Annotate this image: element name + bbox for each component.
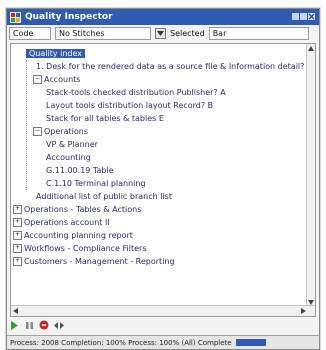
tree-row-label: C.1.10 Terminal planning bbox=[46, 178, 146, 188]
close-icon[interactable] bbox=[291, 12, 317, 23]
tree-row-label: Operations bbox=[44, 126, 88, 136]
stop-icon[interactable] bbox=[39, 320, 49, 330]
tree-row-label: 1. Desk for the rendered data as a sourc… bbox=[36, 61, 305, 71]
tree-row[interactable]: Stack-tools checked distribution Publish… bbox=[11, 86, 307, 98]
tree-row[interactable]: − Operations bbox=[11, 125, 307, 137]
tree-row-label: Operations - Tables & Actions bbox=[24, 204, 142, 214]
vertical-scrollbar[interactable] bbox=[306, 44, 315, 306]
tree-row[interactable]: Stack for all tables & tables E bbox=[11, 112, 307, 124]
tree-row[interactable]: Additional list of public branch list bbox=[11, 190, 307, 202]
tree-row[interactable]: VP & Planner bbox=[11, 138, 307, 150]
tree-row-label: Operations account II bbox=[24, 217, 110, 227]
tree-guide-line bbox=[26, 60, 27, 190]
play-icon[interactable] bbox=[9, 320, 19, 330]
stitches-field[interactable]: No Stitches bbox=[55, 27, 151, 40]
tree-row-label: VP & Planner bbox=[46, 139, 98, 149]
tree-row[interactable]: G.11.00.19 Table bbox=[11, 164, 307, 176]
tree-row-label: G.11.00.19 Table bbox=[46, 165, 114, 175]
scroll-left-icon[interactable] bbox=[11, 307, 19, 315]
tree-row-label: Accounting planning report bbox=[24, 230, 133, 240]
status-text: Process: 2008 Completion: 100% Process: … bbox=[10, 338, 232, 347]
tree-row-label: Accounting bbox=[46, 152, 91, 162]
app-window: Quality Inspector Code No Stitches Selec… bbox=[6, 8, 320, 350]
tree-rows: Quality index 1. Desk for the rendered da… bbox=[11, 44, 307, 306]
record-icon[interactable] bbox=[54, 320, 64, 330]
playback-toolbar bbox=[9, 318, 317, 332]
tree-row-label: Workflows - Compliance Filters bbox=[24, 243, 147, 253]
chevron-down-icon[interactable] bbox=[155, 28, 166, 39]
stitches-field-value: No Stitches bbox=[59, 29, 105, 38]
expand-toggle-icon[interactable]: + bbox=[13, 230, 22, 240]
bar-field[interactable]: Bar bbox=[208, 27, 309, 40]
expand-toggle-icon[interactable]: + bbox=[13, 256, 22, 266]
expand-toggle-icon[interactable]: + bbox=[13, 204, 22, 214]
scroll-up-icon[interactable] bbox=[307, 44, 315, 52]
app-icon bbox=[10, 11, 21, 23]
horizontal-scrollbar[interactable] bbox=[11, 305, 315, 316]
status-bar: Process: 2008 Completion: 100% Process: … bbox=[7, 335, 319, 349]
tree-row[interactable]: 1. Desk for the rendered data as a sourc… bbox=[11, 60, 307, 72]
tree-row[interactable]: Accounting bbox=[11, 151, 307, 163]
scroll-right-icon[interactable] bbox=[299, 307, 307, 315]
collapse-toggle-icon[interactable]: − bbox=[33, 126, 42, 136]
tree-row[interactable]: − Accounts bbox=[11, 73, 307, 85]
tree-row[interactable]: + Accounting planning report bbox=[11, 229, 307, 241]
expand-toggle-icon[interactable]: + bbox=[13, 217, 22, 227]
tree-row[interactable]: C.1.10 Terminal planning bbox=[11, 177, 307, 189]
selected-label: Selected bbox=[170, 29, 205, 38]
progress-indicator bbox=[235, 339, 266, 346]
tree-row-label: Additional list of public branch list bbox=[36, 191, 172, 201]
tree-view: Quality index 1. Desk for the rendered da… bbox=[10, 43, 316, 317]
title-bar: Quality Inspector bbox=[7, 9, 319, 25]
toolbar: Code No Stitches Selected Bar bbox=[7, 26, 319, 41]
tree-row-label: Customers - Management - Reporting bbox=[24, 256, 175, 266]
pause-icon[interactable] bbox=[24, 320, 34, 330]
tree-row[interactable]: Layout tools distribution layout Record?… bbox=[11, 99, 307, 111]
tree-row-label: Stack for all tables & tables E bbox=[46, 113, 164, 123]
tree-row-label: Accounts bbox=[44, 74, 81, 84]
expand-toggle-icon[interactable]: + bbox=[13, 243, 22, 253]
tree-row[interactable]: + Workflows - Compliance Filters bbox=[11, 242, 307, 254]
collapse-toggle-icon[interactable]: − bbox=[33, 74, 42, 84]
code-field[interactable]: Code bbox=[9, 27, 51, 40]
tree-row[interactable]: Quality index bbox=[11, 47, 307, 59]
tree-row[interactable]: + Operations - Tables & Actions bbox=[11, 203, 307, 215]
tree-row[interactable]: + Customers - Management - Reporting bbox=[11, 255, 307, 267]
tree-row-label: Layout tools distribution layout Record?… bbox=[46, 100, 214, 110]
tree-row-label: Stack-tools checked distribution Publish… bbox=[46, 87, 226, 97]
tree-row-label: Quality index bbox=[26, 48, 86, 58]
tree-row[interactable]: + Operations account II bbox=[11, 216, 307, 228]
bar-field-value: Bar bbox=[212, 29, 227, 38]
code-field-value: Code bbox=[13, 29, 34, 38]
window-title: Quality Inspector bbox=[25, 12, 113, 22]
